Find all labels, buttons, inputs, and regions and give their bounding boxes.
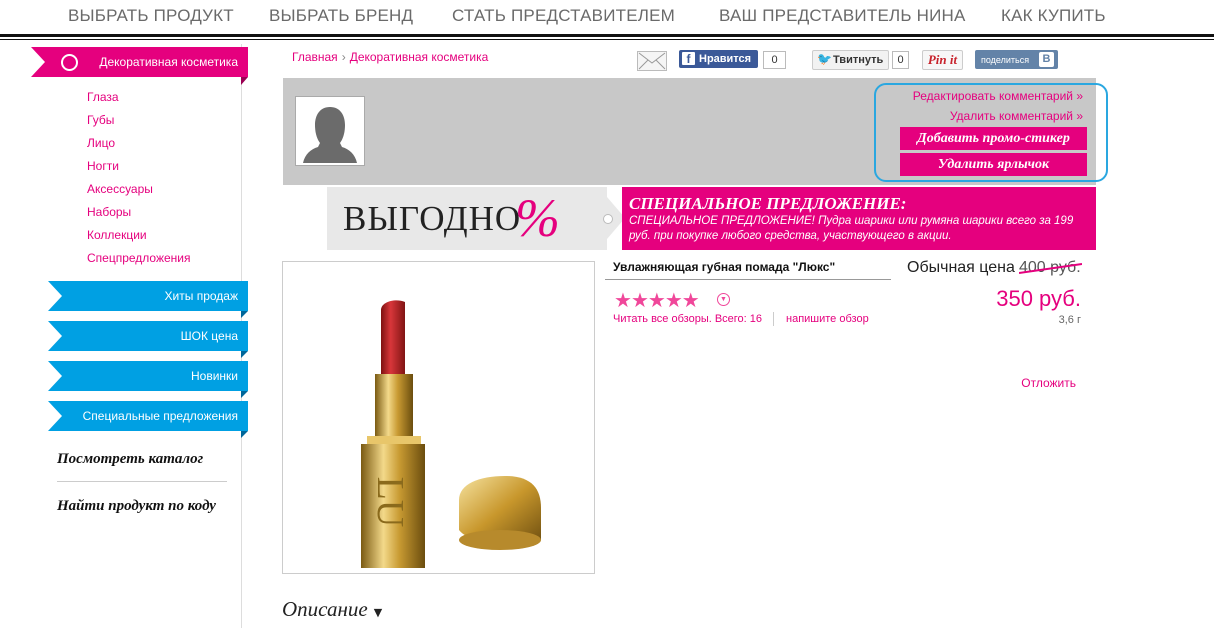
sidebar-item-sets[interactable]: Наборы — [87, 205, 131, 219]
delete-comment-link[interactable]: Удалить комментарий » — [950, 109, 1083, 123]
breadcrumb: Главная › Декоративная косметика — [292, 50, 488, 64]
vk-share-button[interactable]: поделиться В — [975, 50, 1058, 69]
top-navigation: ВЫБРАТЬ ПРОДУКТ ВЫБРАТЬ БРЕНД СТАТЬ ПРЕД… — [0, 0, 1214, 34]
tab-shock-price[interactable]: ШОК цена — [48, 321, 248, 351]
rating-stars: ★★★★★ — [614, 288, 700, 313]
percent-icon: % — [515, 188, 560, 248]
product-title-underline — [605, 279, 891, 280]
twitter-bird-icon: 🐦 — [817, 52, 832, 66]
tab-special-offers[interactable]: Специальные предложения — [48, 401, 248, 431]
tab-new[interactable]: Новинки — [48, 361, 248, 391]
sidebar-separator — [57, 481, 227, 482]
star-icon: ★ — [614, 290, 632, 312]
write-review-link[interactable]: напишите обзор — [786, 313, 869, 325]
regular-price-label: Обычная цена — [907, 259, 1015, 276]
sidebar-item-lips[interactable]: Губы — [87, 113, 114, 127]
ribbon-fold — [241, 311, 248, 318]
product-volume: 3,6 г — [1058, 314, 1081, 326]
sale-price: 350 руб. — [996, 286, 1081, 311]
save-for-later-link[interactable]: Отложить — [1021, 376, 1076, 390]
ribbon-notch — [48, 321, 62, 351]
tag-hole — [603, 214, 613, 224]
product-image[interactable]: LU — [282, 261, 595, 574]
star-icon: ★ — [630, 290, 649, 312]
tab-label: Новинки — [191, 369, 238, 383]
avatar — [295, 96, 365, 166]
chevron-down-icon: ▼ — [373, 606, 383, 619]
facebook-like-button[interactable]: f Нравится — [679, 50, 758, 68]
facebook-like-label: Нравится — [699, 53, 752, 65]
special-offer-text: СПЕЦИАЛЬНОЕ ПРЕДЛОЖЕНИЕ! Пудра шарики ил… — [629, 215, 1074, 242]
description-label: Описание — [282, 597, 368, 621]
circle-icon — [61, 54, 78, 71]
star-icon: ★ — [681, 290, 700, 312]
description-toggle[interactable]: Описание ▼ — [282, 597, 382, 622]
sidebar-item-eyes[interactable]: Глаза — [87, 90, 119, 104]
find-by-code-link[interactable]: Найти продукт по коду — [57, 498, 216, 515]
facebook-like-count: 0 — [763, 51, 786, 69]
ribbon-notch — [48, 281, 62, 311]
edit-comment-link[interactable]: Редактировать комментарий » — [913, 89, 1083, 103]
sidebar-item-special-offers[interactable]: Спецпредложения — [87, 251, 191, 265]
ribbon-fold — [241, 351, 248, 358]
nav-how-to-buy[interactable]: КАК КУПИТЬ — [1001, 6, 1106, 26]
read-reviews-link[interactable]: Читать все обзоры. Всего: 16 — [613, 313, 762, 325]
tab-label: Хиты продаж — [164, 289, 238, 303]
sidebar-item-collections[interactable]: Коллекции — [87, 228, 147, 242]
nav-become-representative[interactable]: СТАТЬ ПРЕДСТАВИТЕЛЕМ — [452, 6, 675, 26]
user-silhouette-icon — [296, 97, 364, 165]
nav-your-representative[interactable]: ВАШ ПРЕДСТАВИТЕЛЬ НИНА — [719, 6, 966, 26]
star-icon: ★ — [664, 290, 683, 312]
category-header[interactable]: Декоративная косметика — [31, 47, 248, 77]
breadcrumb-home[interactable]: Главная — [292, 50, 338, 64]
add-promo-sticker-button[interactable]: Добавить промо-стикер — [900, 127, 1087, 150]
sidebar-item-nails[interactable]: Ногти — [87, 159, 119, 173]
star-icon: ★ — [647, 290, 666, 312]
mail-icon[interactable] — [637, 51, 667, 71]
vk-share-label: поделиться — [981, 55, 1030, 65]
breadcrumb-separator: › — [341, 50, 346, 64]
ribbon-notch — [48, 401, 62, 431]
lipstick-image: LU — [361, 300, 541, 568]
product-title: Увлажняющая губная помада "Люкс" — [613, 260, 836, 274]
special-offer-title: СПЕЦИАЛЬНОЕ ПРЕДЛОЖЕНИЕ: — [629, 194, 907, 213]
pinterest-button[interactable]: Pin it — [922, 50, 963, 70]
rating-dropdown-icon[interactable]: ▼ — [717, 293, 730, 306]
tab-bestsellers[interactable]: Хиты продаж — [48, 281, 248, 311]
category-label: Декоративная косметика — [99, 55, 238, 69]
breadcrumb-current[interactable]: Декоративная косметика — [350, 50, 489, 64]
facebook-icon: f — [682, 52, 695, 66]
ribbon-notch — [31, 47, 45, 77]
ribbon-fold — [241, 77, 248, 85]
reviews-separator — [773, 312, 774, 326]
twitter-count: 0 — [892, 51, 909, 69]
twitter-tweet-button[interactable]: 🐦 Твитнуть — [812, 50, 889, 70]
delete-label-button[interactable]: Удалить ярлычок — [900, 153, 1087, 176]
promo-sticker-text: ВЫГОДНО — [343, 199, 522, 238]
sidebar-item-face[interactable]: Лицо — [87, 136, 115, 150]
twitter-tweet-label: Твитнуть — [833, 54, 884, 66]
view-catalog-link[interactable]: Посмотреть каталог — [57, 451, 203, 468]
header-divider — [0, 34, 1214, 37]
header-divider-thin — [0, 39, 1214, 40]
nav-choose-brand[interactable]: ВЫБРАТЬ БРЕНД — [269, 6, 413, 26]
tab-label: Специальные предложения — [82, 409, 238, 423]
vk-icon: В — [1039, 52, 1054, 67]
price-strikethrough — [1019, 263, 1082, 274]
ribbon-fold — [241, 431, 248, 438]
promo-sticker: ВЫГОДНО % — [327, 187, 625, 250]
tab-label: ШОК цена — [180, 329, 238, 343]
ribbon-fold — [241, 391, 248, 398]
sidebar-item-accessories[interactable]: Аксессуары — [87, 182, 153, 196]
special-offer-box: СПЕЦИАЛЬНОЕ ПРЕДЛОЖЕНИЕ: СПЕЦИАЛЬНОЕ ПРЕ… — [622, 187, 1096, 250]
envelope-icon — [638, 52, 666, 70]
nav-choose-product[interactable]: ВЫБРАТЬ ПРОДУКТ — [68, 6, 234, 26]
lipstick-cap-letters: LU — [369, 477, 411, 528]
ribbon-notch — [48, 361, 62, 391]
